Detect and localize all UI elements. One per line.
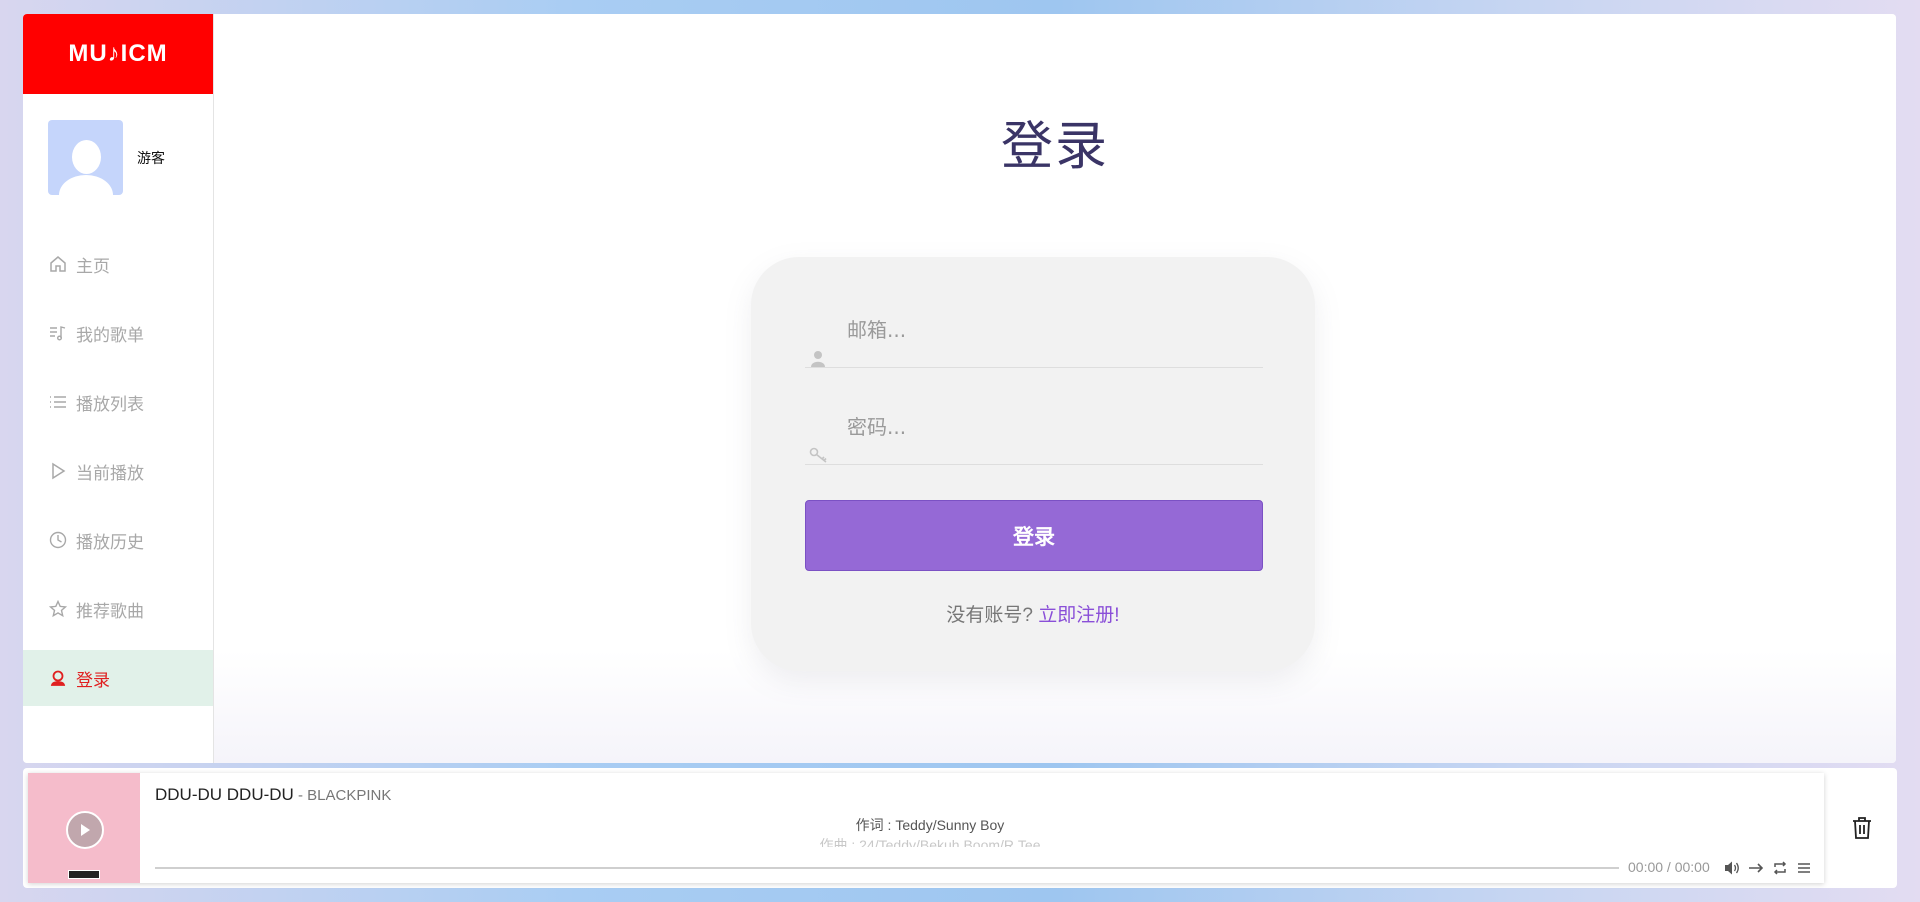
username: 游客 xyxy=(137,149,165,166)
trash-icon[interactable] xyxy=(1851,816,1873,845)
sidebar-item-history[interactable]: 播放历史 xyxy=(23,512,213,568)
now-playing-info: DDU-DU DDU-DU - BLACKPINK xyxy=(155,785,391,805)
repeat-icon[interactable] xyxy=(1771,859,1789,877)
sidebar-item-label: 主页 xyxy=(76,256,110,276)
avatar[interactable] xyxy=(48,120,123,195)
sidebar: MU♪ICM 游客 主页 我的歌单 播放列表 当前播放 播放历史 推荐歌曲 登录 xyxy=(23,14,214,763)
sidebar-item-now-playing[interactable]: 当前播放 xyxy=(23,443,213,499)
sidebar-item-label: 推荐歌曲 xyxy=(76,601,144,621)
register-link[interactable]: 立即注册! xyxy=(1038,605,1119,626)
music-player-bar: DDU-DU DDU-DU - BLACKPINK 作词 : Teddy/Sun… xyxy=(23,768,1897,888)
song-artist: - BLACKPINK xyxy=(293,787,392,804)
sidebar-item-recommended[interactable]: 推荐歌曲 xyxy=(23,581,213,637)
key-icon xyxy=(809,447,827,463)
email-field-wrapper xyxy=(805,305,1263,368)
sidebar-item-play-list[interactable]: 播放列表 xyxy=(23,374,213,430)
sidebar-item-login[interactable]: 登录 xyxy=(23,650,213,706)
signup-prompt: 没有账号? 立即注册! xyxy=(751,600,1315,627)
star-icon xyxy=(49,600,67,618)
sidebar-item-label: 我的歌单 xyxy=(76,325,144,345)
playlist-music-icon xyxy=(50,326,66,341)
login-card: 登录 没有账号? 立即注册! xyxy=(751,257,1315,671)
password-field[interactable] xyxy=(845,402,1249,452)
lyric-line-next: 作曲 : 24/Teddy/Bekuh Boom/R.Tee xyxy=(819,837,1041,847)
login-user-icon xyxy=(50,670,66,686)
sequence-icon[interactable] xyxy=(1747,859,1765,877)
sidebar-item-label: 当前播放 xyxy=(76,463,144,483)
volume-icon[interactable] xyxy=(1723,859,1741,877)
album-logo xyxy=(68,870,100,879)
time-display: 00:00 / 00:00 xyxy=(1628,859,1710,875)
list-icon xyxy=(50,396,66,408)
logo[interactable]: MU♪ICM xyxy=(23,14,213,94)
lyric-line-current: 作词 : Teddy/Sunny Boy xyxy=(855,817,1005,833)
sidebar-item-label: 播放列表 xyxy=(76,394,144,414)
sidebar-item-home[interactable]: 主页 xyxy=(23,236,213,292)
player-panel: DDU-DU DDU-DU - BLACKPINK 作词 : Teddy/Sun… xyxy=(28,773,1824,883)
play-icon xyxy=(81,824,90,836)
clock-icon xyxy=(49,531,67,549)
sidebar-item-my-playlists[interactable]: 我的歌单 xyxy=(23,305,213,361)
login-page: 登录 登录 没有账号? 立即注册! xyxy=(214,14,1896,763)
logo-text: MU♪ICM xyxy=(68,40,168,67)
play-button[interactable] xyxy=(66,811,104,849)
app-window: MU♪ICM 游客 主页 我的歌单 播放列表 当前播放 播放历史 推荐歌曲 登录… xyxy=(23,14,1896,763)
sidebar-item-label: 登录 xyxy=(76,670,110,690)
user-icon xyxy=(811,351,825,367)
album-cover xyxy=(28,773,140,883)
email-field[interactable] xyxy=(845,305,1249,355)
sidebar-nav: 主页 我的歌单 播放列表 当前播放 播放历史 推荐歌曲 登录 xyxy=(23,236,213,719)
no-account-text: 没有账号? xyxy=(946,605,1033,626)
song-title: DDU-DU DDU-DU xyxy=(155,785,294,804)
user-profile: 游客 xyxy=(48,120,165,195)
password-field-wrapper xyxy=(805,402,1263,465)
menu-icon[interactable] xyxy=(1795,859,1813,877)
progress-bar[interactable] xyxy=(155,867,1619,869)
play-icon xyxy=(52,462,66,480)
login-button[interactable]: 登录 xyxy=(805,500,1263,571)
page-title: 登录 xyxy=(1000,118,1109,176)
home-icon xyxy=(50,256,66,272)
sidebar-item-label: 播放历史 xyxy=(76,532,144,552)
player-controls xyxy=(1723,859,1813,877)
